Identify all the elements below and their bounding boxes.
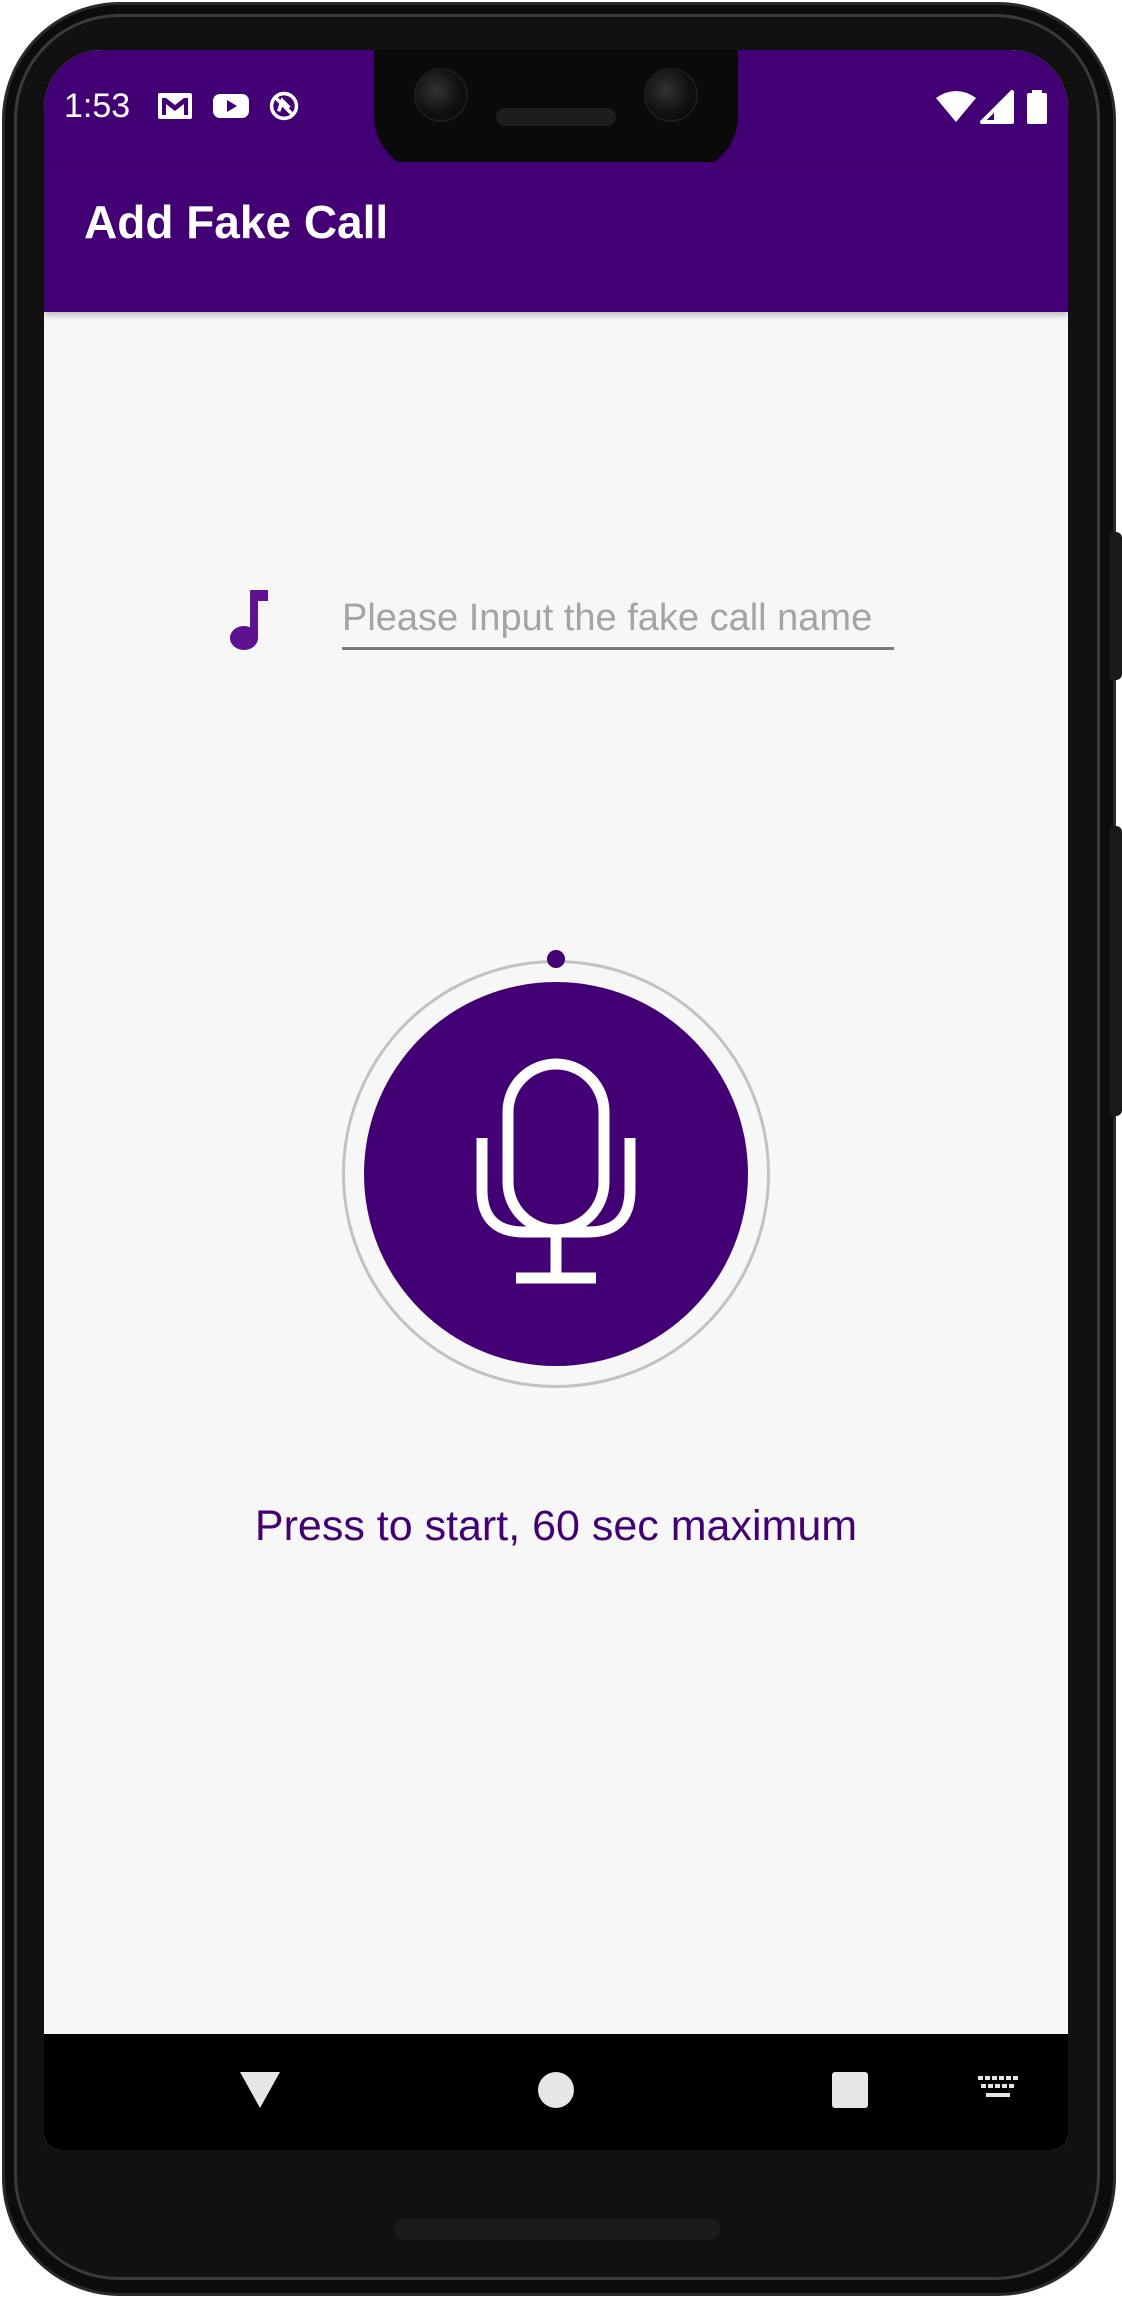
music-note-icon xyxy=(230,590,268,650)
status-bar: 1:53 xyxy=(44,50,1068,172)
status-time: 1:53 xyxy=(64,87,131,125)
earpiece-speaker xyxy=(496,108,616,126)
record-hint: Press to start, 60 sec maximum xyxy=(254,1502,858,1550)
keyboard-icon[interactable] xyxy=(978,2076,1018,2102)
wifi-icon xyxy=(936,91,976,122)
camera-notch xyxy=(374,50,738,172)
page-title: Add Fake Call xyxy=(84,196,389,248)
front-camera-left xyxy=(414,68,468,122)
recents-icon[interactable] xyxy=(832,2072,868,2108)
front-camera-right xyxy=(644,68,698,122)
record-progress-indicator xyxy=(547,950,565,968)
app-bar: Add Fake Call xyxy=(44,162,1068,312)
cell-signal-icon xyxy=(980,90,1014,124)
battery-icon xyxy=(1027,90,1047,124)
phone-device: 1:53 Add Fake Call Please Input the fake… xyxy=(0,0,1122,2300)
no-disturb-icon xyxy=(269,91,299,121)
home-icon[interactable] xyxy=(538,2072,574,2108)
back-icon[interactable] xyxy=(238,2070,282,2110)
bottom-speaker-grille xyxy=(394,2218,720,2240)
microphone-icon xyxy=(476,1058,636,1284)
fake-call-name-field[interactable] xyxy=(342,590,894,650)
navigation-bar xyxy=(44,2034,1068,2150)
screen: 1:53 Add Fake Call Please Input the fake… xyxy=(44,50,1068,2150)
youtube-icon xyxy=(213,94,249,118)
record-button[interactable] xyxy=(364,982,748,1366)
volume-button xyxy=(1110,826,1122,1116)
fake-call-name-input[interactable] xyxy=(342,590,894,647)
gmail-icon xyxy=(158,93,192,119)
power-button xyxy=(1110,532,1122,680)
